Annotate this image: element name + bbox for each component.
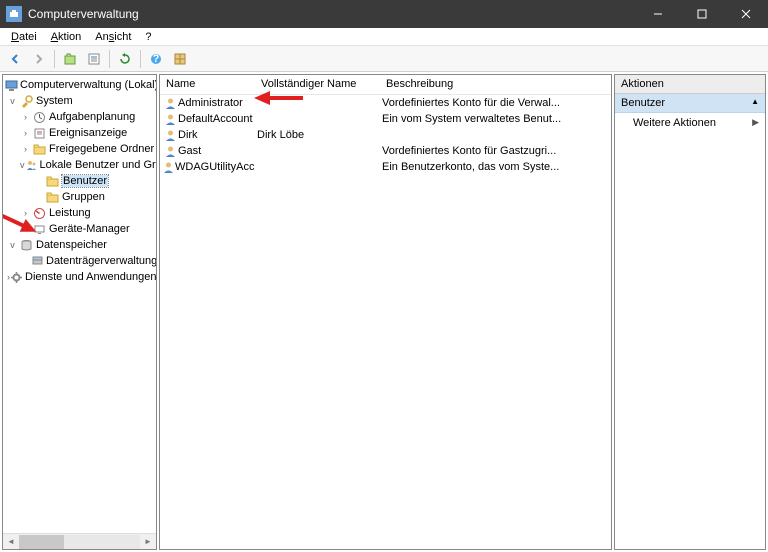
tree-pane: Computerverwaltung (Lokal) v System › Au… <box>2 74 157 550</box>
event-icon <box>31 126 47 140</box>
list-pane: Name Vollständiger Name Beschreibung Adm… <box>159 74 612 550</box>
back-button[interactable] <box>4 48 26 70</box>
tree-datentraeger[interactable]: Datenträgerverwaltung <box>3 253 156 269</box>
collapse-icon: ▲ <box>751 97 759 109</box>
user-row[interactable]: Administrator Vordefiniertes Konto für di… <box>160 95 611 111</box>
user-name: DefaultAccount <box>178 113 253 125</box>
user-desc: Vordefiniertes Konto für die Verwal... <box>380 97 611 109</box>
shared-folder-icon <box>31 142 47 156</box>
user-row[interactable]: WDAGUtilityAccount Ein Benutzerkonto, das… <box>160 159 611 175</box>
user-icon <box>162 96 178 110</box>
actions-category[interactable]: Benutzer ▲ <box>615 94 765 113</box>
user-name: WDAGUtilityAccount <box>175 161 255 173</box>
folder-icon <box>44 174 60 188</box>
up-button[interactable] <box>59 48 81 70</box>
tree-geraete[interactable]: Geräte-Manager <box>3 221 156 237</box>
tree-ereignis[interactable]: › Ereignisanzeige <box>3 125 156 141</box>
maximize-button[interactable] <box>680 0 724 28</box>
user-icon <box>162 112 178 126</box>
disk-icon <box>31 254 44 268</box>
menu-datei[interactable]: Datei <box>4 31 44 43</box>
col-name[interactable]: Name <box>160 75 255 94</box>
user-row[interactable]: Gast Vordefiniertes Konto für Gastzugri..… <box>160 143 611 159</box>
tree-system[interactable]: v System <box>3 93 156 109</box>
user-name: Dirk <box>178 129 198 141</box>
services-icon <box>10 270 23 284</box>
scroll-thumb[interactable] <box>19 535 64 549</box>
expand-icon[interactable]: › <box>20 112 31 122</box>
tree[interactable]: Computerverwaltung (Lokal) v System › Au… <box>3 75 156 533</box>
users-icon <box>25 158 38 172</box>
tree-lokale[interactable]: v Lokale Benutzer und Gruppen <box>3 157 156 173</box>
refresh-button[interactable] <box>114 48 136 70</box>
menu-help[interactable]: ? <box>138 31 158 43</box>
list-body[interactable]: Administrator Vordefiniertes Konto für di… <box>160 95 611 549</box>
forward-button[interactable] <box>28 48 50 70</box>
perf-icon <box>31 206 47 220</box>
window-title: Computerverwaltung <box>28 7 636 21</box>
user-fullname: Dirk Löbe <box>255 129 380 141</box>
tree-aufgaben[interactable]: › Aufgabenplanung <box>3 109 156 125</box>
user-name: Gast <box>178 145 201 157</box>
toolbar: ? <box>0 46 768 72</box>
chevron-right-icon: ▶ <box>752 117 759 129</box>
tree-gruppen[interactable]: Gruppen <box>3 189 156 205</box>
user-icon <box>162 160 175 174</box>
clock-icon <box>31 110 47 124</box>
storage-icon <box>18 238 34 252</box>
device-icon <box>31 222 47 236</box>
user-desc: Vordefiniertes Konto für Gastzugri... <box>380 145 611 157</box>
user-desc: Ein vom System verwaltetes Benut... <box>380 113 611 125</box>
tree-freigeg[interactable]: › Freigegebene Ordner <box>3 141 156 157</box>
help-button[interactable]: ? <box>145 48 167 70</box>
user-icon <box>162 128 178 142</box>
tree-root[interactable]: Computerverwaltung (Lokal) <box>3 77 156 93</box>
user-desc: Ein Benutzerkonto, das vom Syste... <box>380 161 611 173</box>
tree-hscrollbar[interactable]: ◄ ► <box>3 533 156 549</box>
tree-daten[interactable]: v Datenspeicher <box>3 237 156 253</box>
collapse-icon[interactable]: v <box>7 96 18 106</box>
app-icon <box>6 6 22 22</box>
actions-pane: Aktionen Benutzer ▲ Weitere Aktionen ▶ <box>614 74 766 550</box>
properties-button[interactable] <box>83 48 105 70</box>
menubar: Datei Aktion Ansicht ? <box>0 28 768 46</box>
tree-leistung[interactable]: › Leistung <box>3 205 156 221</box>
scroll-right-icon[interactable]: ► <box>140 535 156 549</box>
minimize-button[interactable] <box>636 0 680 28</box>
titlebar: Computerverwaltung <box>0 0 768 28</box>
menu-aktion[interactable]: Aktion <box>44 31 89 43</box>
tree-dienste[interactable]: › Dienste und Anwendungen <box>3 269 156 285</box>
view-button[interactable] <box>169 48 191 70</box>
col-full[interactable]: Vollständiger Name <box>255 75 380 94</box>
user-name: Administrator <box>178 97 243 109</box>
close-button[interactable] <box>724 0 768 28</box>
scroll-left-icon[interactable]: ◄ <box>3 535 19 549</box>
list-header: Name Vollständiger Name Beschreibung <box>160 75 611 95</box>
tree-benutzer[interactable]: Benutzer <box>3 173 156 189</box>
menu-ansicht[interactable]: Ansicht <box>88 31 138 43</box>
user-icon <box>162 144 178 158</box>
svg-text:?: ? <box>153 53 160 65</box>
col-desc[interactable]: Beschreibung <box>380 75 611 94</box>
user-row[interactable]: DefaultAccount Ein vom System verwaltetes… <box>160 111 611 127</box>
tools-icon <box>18 94 34 108</box>
user-row[interactable]: Dirk Dirk Löbe <box>160 127 611 143</box>
folder-icon <box>44 190 60 204</box>
computer-icon <box>5 78 18 92</box>
actions-header: Aktionen <box>615 75 765 94</box>
actions-more[interactable]: Weitere Aktionen ▶ <box>615 113 765 133</box>
